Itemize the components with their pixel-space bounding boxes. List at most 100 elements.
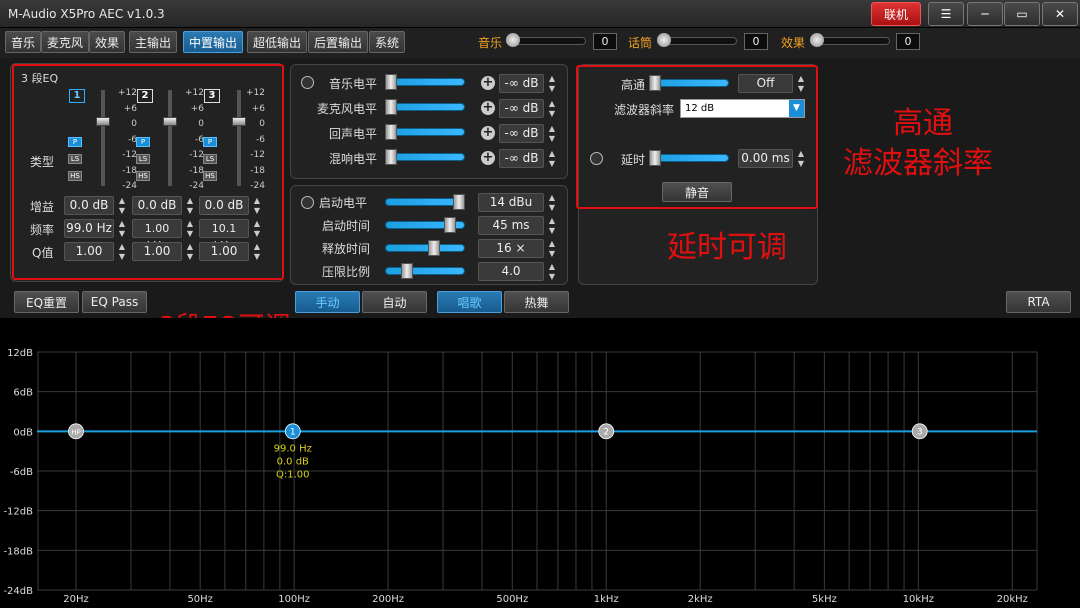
eq-band-2[interactable]: 2 bbox=[137, 89, 153, 103]
eq-band1-gain-spinner[interactable]: ▲ ▼ bbox=[117, 196, 127, 215]
eq-graph-svg[interactable]: 12dB 6dB 0dB -6dB -12dB -18dB -24dB 20Hz 50Hz 100… bbox=[0, 318, 1080, 608]
eq-band2-type-highshelf[interactable]: HS bbox=[136, 171, 150, 181]
limiter-gear-icon[interactable] bbox=[301, 196, 314, 209]
limiter-ratio-spinner[interactable]: ▲ ▼ bbox=[547, 262, 557, 281]
eq-band3-type-peak[interactable]: P bbox=[203, 137, 217, 147]
tab-center-out[interactable]: 中置输出 bbox=[183, 31, 244, 53]
limiter-attack-knob[interactable] bbox=[444, 217, 456, 233]
mix-mic-knob[interactable] bbox=[657, 33, 671, 47]
mix-music-knob[interactable] bbox=[506, 33, 520, 47]
eq-band2-freq[interactable]: 1.00 kHz bbox=[132, 219, 182, 252]
eq-band1-type-lowshelf[interactable]: LS bbox=[68, 154, 82, 164]
eq-band2-gain-spinner[interactable]: ▲ ▼ bbox=[185, 196, 195, 215]
eq-band2-q[interactable]: 1.00 bbox=[132, 242, 182, 261]
limiter-attack-spinner[interactable]: ▲ ▼ bbox=[547, 216, 557, 235]
tab-main-out[interactable]: 主输出 bbox=[129, 31, 178, 53]
dance-button[interactable]: 热舞 bbox=[504, 291, 569, 313]
level-music-value[interactable]: -∞ dB bbox=[499, 74, 544, 93]
eq-band3-freq[interactable]: 10.1 kHz bbox=[199, 219, 249, 252]
limiter-threshold-knob[interactable] bbox=[453, 194, 465, 210]
eq-fader-3-knob[interactable] bbox=[232, 117, 246, 126]
eq-band2-q-spinner[interactable]: ▲ ▼ bbox=[185, 242, 195, 261]
eq-band1-freq[interactable]: 99.0 Hz bbox=[64, 219, 114, 238]
eq-band3-q[interactable]: 1.00 bbox=[199, 242, 249, 261]
sing-button[interactable]: 唱歌 bbox=[437, 291, 502, 313]
levels-gear-icon[interactable] bbox=[301, 76, 314, 89]
maximize-icon[interactable]: ▭ bbox=[1004, 2, 1040, 26]
eq-fader-1-knob[interactable] bbox=[96, 117, 110, 126]
eq-band-1[interactable]: 1 bbox=[69, 89, 85, 103]
level-echo-value[interactable]: -∞ dB bbox=[499, 124, 544, 143]
eq-band3-gain-spinner[interactable]: ▲ ▼ bbox=[252, 196, 262, 215]
limiter-ratio-knob[interactable] bbox=[401, 263, 413, 279]
level-reverb-knob[interactable] bbox=[385, 149, 397, 165]
mute-button[interactable]: 静音 bbox=[662, 182, 732, 202]
delay-value[interactable]: 0.00 ms bbox=[738, 149, 793, 168]
level-mic-plus-icon[interactable]: + bbox=[481, 101, 495, 115]
tab-system[interactable]: 系统 bbox=[369, 31, 406, 53]
eq-graph[interactable]: 12dB 6dB 0dB -6dB -12dB -18dB -24dB 20Hz 50Hz 100… bbox=[0, 318, 1080, 608]
limiter-threshold-value[interactable]: 14 dBu bbox=[478, 193, 544, 212]
limiter-threshold-spinner[interactable]: ▲ ▼ bbox=[547, 193, 557, 212]
highpass-value[interactable]: Off bbox=[738, 74, 793, 93]
delay-spinner[interactable]: ▲ ▼ bbox=[796, 149, 806, 168]
eq-band3-freq-spinner[interactable]: ▲ ▼ bbox=[252, 219, 262, 238]
eq-band-3[interactable]: 3 bbox=[204, 89, 220, 103]
eq-band3-type-lowshelf[interactable]: LS bbox=[203, 154, 217, 164]
level-mic-value[interactable]: -∞ dB bbox=[499, 99, 544, 118]
eq-reset-button[interactable]: EQ重置 bbox=[14, 291, 79, 313]
highpass-knob[interactable] bbox=[649, 75, 661, 91]
level-music-spinner[interactable]: ▲ ▼ bbox=[547, 74, 557, 93]
limiter-release-slider[interactable] bbox=[385, 244, 465, 252]
eq-band3-gain[interactable]: 0.0 dB bbox=[199, 196, 249, 215]
mix-effect-value[interactable]: 0 bbox=[896, 33, 920, 50]
eq-pass-button[interactable]: EQ Pass bbox=[82, 291, 147, 313]
eq-band2-type-peak[interactable]: P bbox=[136, 137, 150, 147]
eq-band1-type-peak[interactable]: P bbox=[68, 137, 82, 147]
limiter-release-spinner[interactable]: ▲ ▼ bbox=[547, 239, 557, 258]
level-reverb-plus-icon[interactable]: + bbox=[481, 151, 495, 165]
highpass-slider[interactable] bbox=[649, 79, 729, 87]
level-echo-knob[interactable] bbox=[385, 124, 397, 140]
tab-rear-out[interactable]: 后置输出 bbox=[308, 31, 369, 53]
rta-button[interactable]: RTA bbox=[1006, 291, 1071, 313]
limiter-release-knob[interactable] bbox=[428, 240, 440, 256]
level-echo-plus-icon[interactable]: + bbox=[481, 126, 495, 140]
tab-mic[interactable]: 麦克风 bbox=[41, 31, 90, 53]
level-echo-spinner[interactable]: ▲ ▼ bbox=[547, 124, 557, 143]
mix-music-value[interactable]: 0 bbox=[593, 33, 617, 50]
level-reverb-value[interactable]: -∞ dB bbox=[499, 149, 544, 168]
limiter-ratio-value[interactable]: 4.0 bbox=[478, 262, 544, 281]
level-reverb-slider[interactable] bbox=[385, 153, 465, 161]
eq-fader-3-track[interactable] bbox=[237, 90, 241, 186]
auto-button[interactable]: 自动 bbox=[362, 291, 427, 313]
minimize-icon[interactable]: ─ bbox=[967, 2, 1003, 26]
mix-mic-value[interactable]: 0 bbox=[744, 33, 768, 50]
limiter-release-value[interactable]: 16 × bbox=[478, 239, 544, 258]
level-mic-slider[interactable] bbox=[385, 103, 465, 111]
eq-band1-q-spinner[interactable]: ▲ ▼ bbox=[117, 242, 127, 261]
level-mic-spinner[interactable]: ▲ ▼ bbox=[547, 99, 557, 118]
eq-band2-type-lowshelf[interactable]: LS bbox=[136, 154, 150, 164]
tab-effect[interactable]: 效果 bbox=[89, 31, 126, 53]
limiter-ratio-slider[interactable] bbox=[385, 267, 465, 275]
level-reverb-spinner[interactable]: ▲ ▼ bbox=[547, 149, 557, 168]
eq-band2-freq-spinner[interactable]: ▲ ▼ bbox=[185, 219, 195, 238]
eq-band1-gain[interactable]: 0.0 dB bbox=[64, 196, 114, 215]
level-echo-slider[interactable] bbox=[385, 128, 465, 136]
eq-fader-2-knob[interactable] bbox=[163, 117, 177, 126]
limiter-attack-value[interactable]: 45 ms bbox=[478, 216, 544, 235]
close-icon[interactable]: ✕ bbox=[1042, 2, 1078, 26]
eq-band1-type-highshelf[interactable]: HS bbox=[68, 171, 82, 181]
tab-sub-out[interactable]: 超低输出 bbox=[247, 31, 308, 53]
eq-fader-2-track[interactable] bbox=[168, 90, 172, 186]
delay-gear-icon[interactable] bbox=[590, 152, 603, 165]
eq-band2-gain[interactable]: 0.0 dB bbox=[132, 196, 182, 215]
delay-slider[interactable] bbox=[649, 154, 729, 162]
mix-effect-knob[interactable] bbox=[810, 33, 824, 47]
level-music-knob[interactable] bbox=[385, 74, 397, 90]
eq-band3-q-spinner[interactable]: ▲ ▼ bbox=[252, 242, 262, 261]
eq-band3-type-highshelf[interactable]: HS bbox=[203, 171, 217, 181]
level-mic-knob[interactable] bbox=[385, 99, 397, 115]
menu-icon[interactable]: ☰ bbox=[928, 2, 964, 26]
